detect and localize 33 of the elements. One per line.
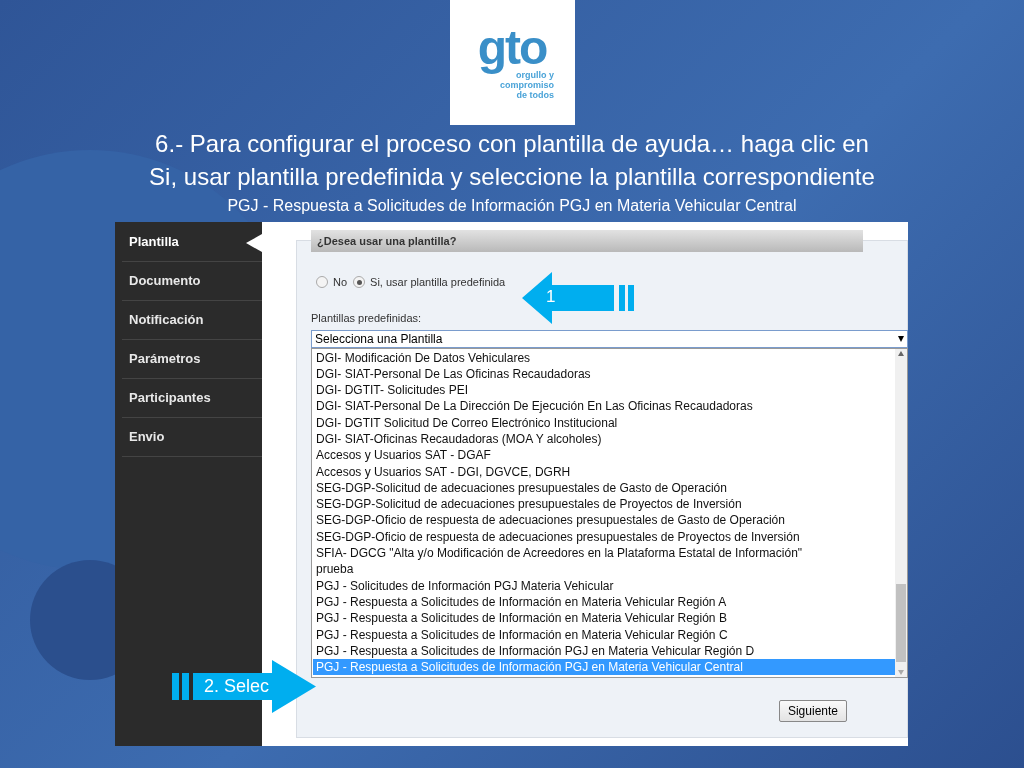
template-option[interactable]: PGJ - Solicitudes de Información PGJ Materia Vehicular [313,577,895,594]
callout-label: 1 [546,287,556,307]
logo-tagline: de todos [516,89,554,100]
template-option[interactable]: SEG-DGP-Oficio de respuesta de adecuaciones presupuestales de Gasto de Operación [313,512,895,529]
template-option[interactable]: SEG-DGP-Solicitud de adecuaciones presupuestales de Proyectos de Inversión [313,496,895,513]
template-option[interactable]: PGJ - Respuesta a Solicitudes de Información PGJ en Materia Vehicular Región D [313,642,895,660]
field-label: Plantillas predefinidas: [311,310,423,325]
template-option[interactable]: Accesos y Usuarios SAT - DGI, DGVCE, DGRH [313,463,895,480]
template-option[interactable]: DGI- SIAT-Personal De Las Oficinas Recaudadoras [313,365,895,383]
radio-option[interactable]: No [316,274,348,291]
template-option[interactable]: SFIA- DGCG "Alta y/o Modificación de Acreedores en la Plataforma Estatal de Información" [313,545,895,562]
slide-title: 6.- Para configurar el proceso con plantilla de ayuda… haga clic en [155,129,869,159]
template-option[interactable]: DGI- SIAT-Oficinas Recaudadoras (MOA Y alcoholes) [313,431,895,448]
dropdown-caret-icon [898,335,904,342]
logo-tagline: compromiso [500,79,554,90]
template-option[interactable]: DGI- DGTIT Solicitud De Correo Electrónico Institucional [313,414,895,431]
template-option[interactable]: PGJ - Respuesta a Solicitudes de Información en Materia Vehicular Región A [313,593,895,611]
template-option[interactable]: DGI- SIAT-Personal De La Dirección De Ejecución En Las Oficinas Recaudadoras [313,398,895,415]
template-list[interactable] [311,347,908,678]
section-header: ¿Desea usar una plantilla? [311,230,863,252]
slide-title: Si, usar plantilla predefinida y seleccione la plantilla correspondiente [149,162,875,192]
radio-option[interactable]: Si, usar plantilla predefinida [353,274,506,291]
template-option[interactable]: SEG-DGP-Solicitud de adecuaciones presupuestales de Gasto de Operación [313,479,895,497]
template-option[interactable]: Accesos y Usuarios SAT - DGAF [313,447,895,464]
template-option[interactable]: PGJ - Respuesta a Solicitudes de Información en Materia Vehicular Región B [313,610,895,627]
scrollbar[interactable] [895,348,907,677]
template-option[interactable]: prueba [313,561,895,578]
template-option[interactable]: DGI- DGTIT- Solicitudes PEI [313,382,895,399]
template-option[interactable]: SEG-DGP-Oficio de respuesta de adecuaciones presupuestales de Proyectos de Inversión [313,528,895,546]
slide-subtitle: PGJ - Respuesta a Solicitudes de Información PGJ en Materia Vehicular Central [227,196,797,216]
template-option[interactable]: PGJ - Respuesta a Solicitudes de Información en Materia Vehicular Región C [313,626,895,643]
template-option[interactable]: DGI- Modificación De Datos Vehiculares [313,349,895,366]
callout-label: 2. Selec [204,676,270,697]
